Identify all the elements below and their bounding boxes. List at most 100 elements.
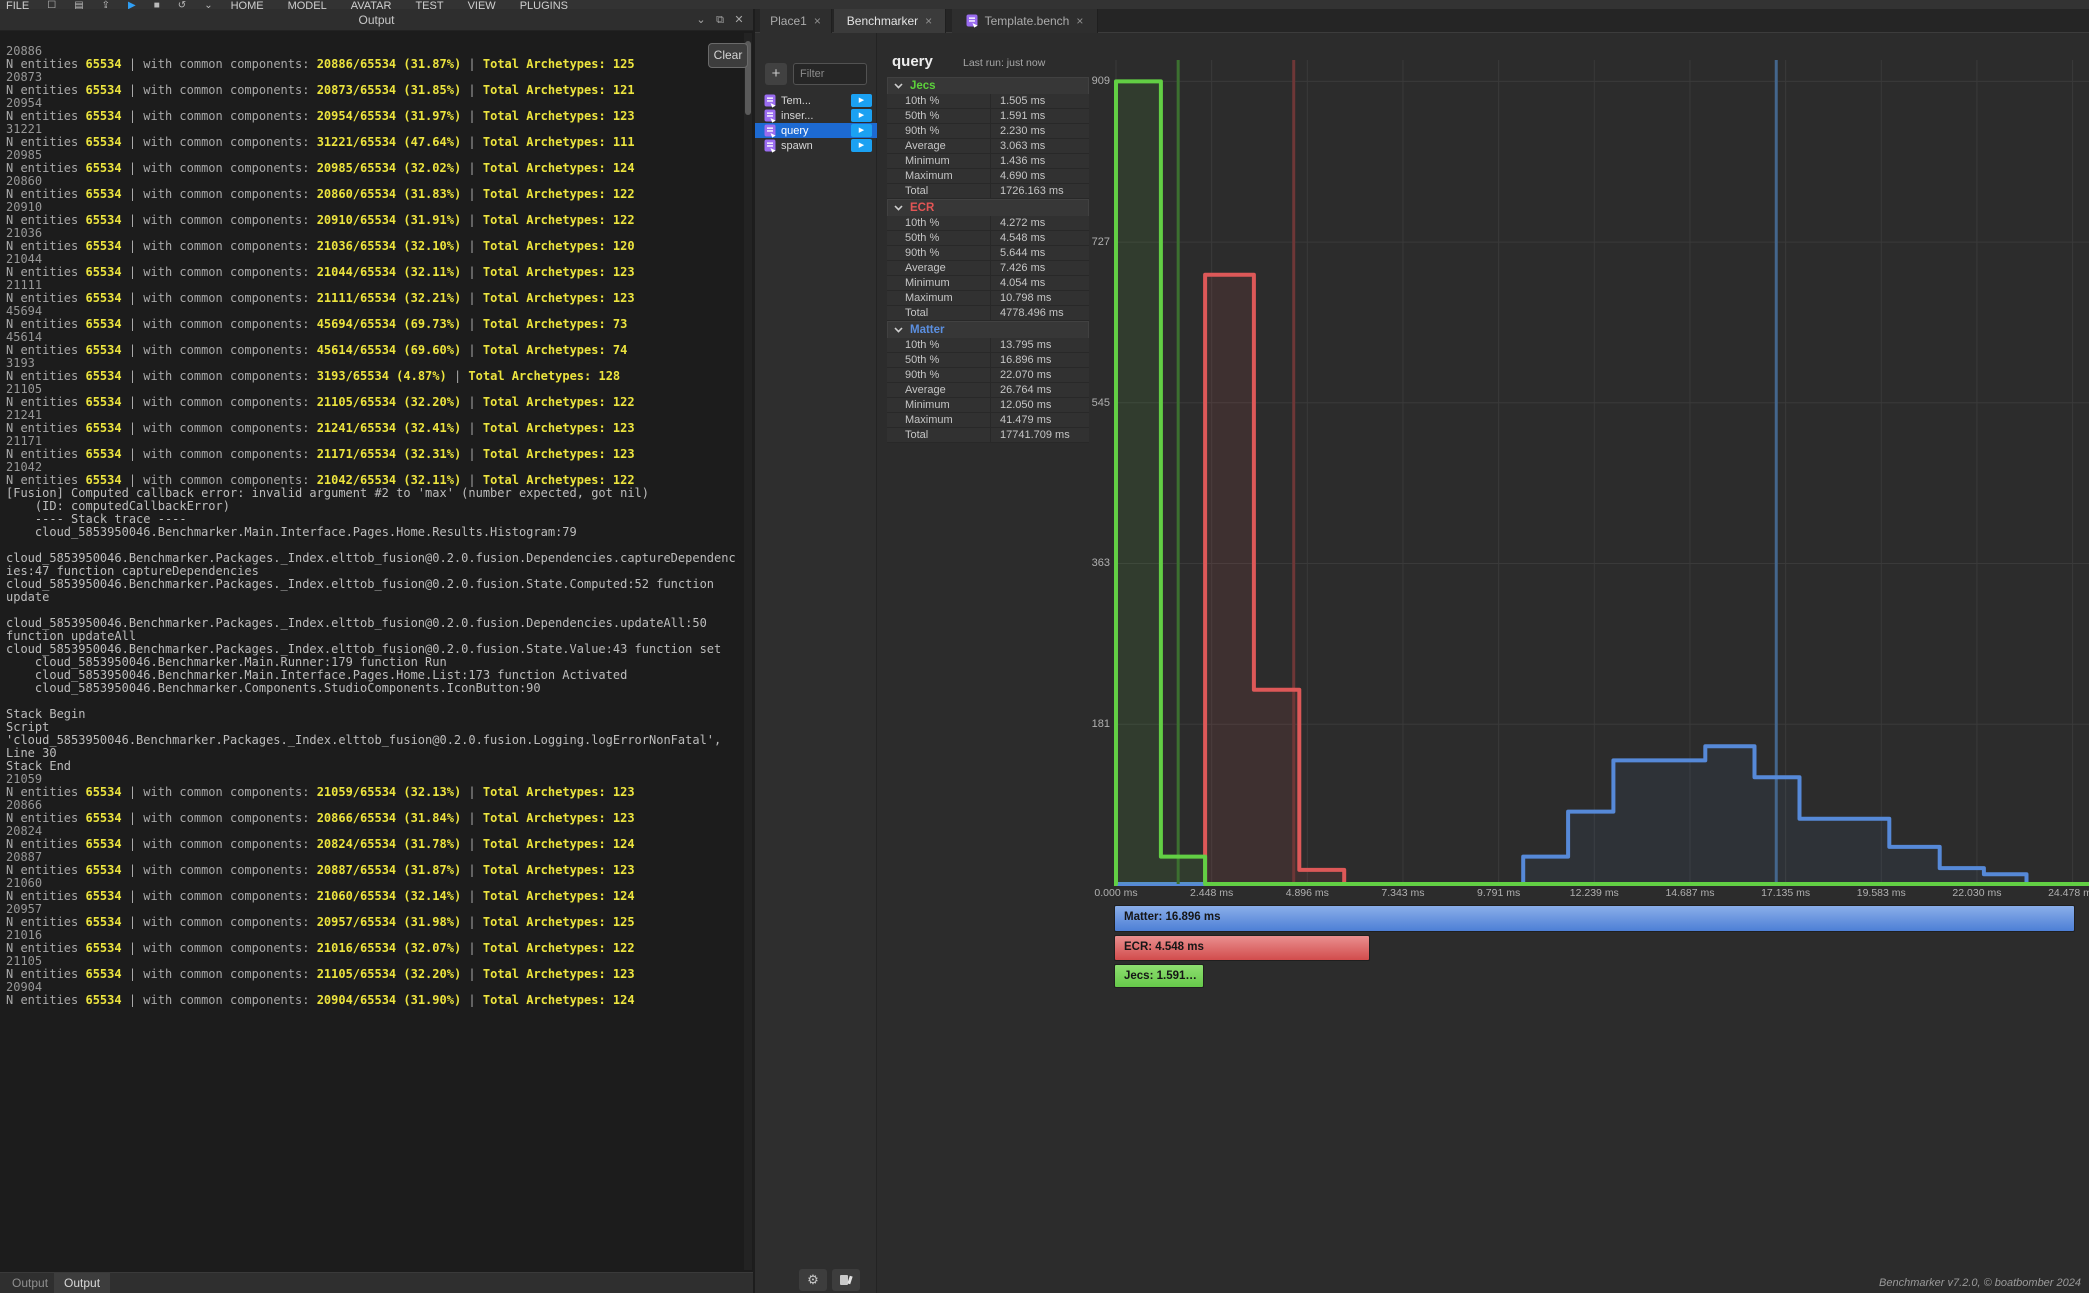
bottom-tab-output-1[interactable]: Output: [54, 1273, 110, 1293]
menu-test[interactable]: TEST: [415, 0, 443, 9]
stat-value: 16.896 ms: [990, 353, 1089, 367]
stat-label: 50th %: [887, 231, 990, 245]
log-text: N entities: [6, 447, 85, 461]
sidebar-item-query[interactable]: query▶: [755, 123, 877, 138]
run-benchmark-button[interactable]: ▶: [851, 109, 872, 122]
script-icon: [764, 109, 776, 123]
chevron-down-icon: [894, 205, 903, 211]
publish-icon[interactable]: ⇪: [102, 0, 110, 9]
bottom-tab-output-0[interactable]: Output: [2, 1273, 58, 1293]
run-benchmark-button[interactable]: ▶: [851, 124, 872, 137]
undo-icon[interactable]: ↺: [178, 0, 186, 9]
play-icon: ▶: [851, 139, 872, 152]
close-icon[interactable]: ✕: [731, 12, 747, 28]
book-pencil-icon: [839, 1274, 853, 1286]
log-text: Total Archetypes: 124: [483, 993, 635, 1007]
log-text: N entities: [6, 811, 85, 825]
stats-section-jecs[interactable]: Jecs: [887, 77, 1089, 94]
log-text: 65534: [85, 785, 121, 799]
x-axis-tick-label: 7.343 ms: [1358, 887, 1448, 899]
run-benchmark-button[interactable]: ▶: [851, 94, 872, 107]
log-line-error: Stack End: [6, 760, 740, 773]
log-text: N entities: [6, 863, 85, 877]
log-text: N entities: [6, 213, 85, 227]
play-icon: ▶: [851, 94, 872, 107]
x-axis-tick-label: 22.030 ms: [1932, 887, 2022, 899]
stats-section-matter[interactable]: Matter: [887, 321, 1089, 338]
add-benchmark-button[interactable]: +: [765, 63, 787, 85]
play-icon[interactable]: ▶: [128, 0, 136, 9]
stat-value: 22.070 ms: [990, 368, 1089, 382]
stat-value: 4.548 ms: [990, 231, 1089, 245]
save-icon[interactable]: ▤: [74, 0, 83, 9]
menu-home[interactable]: HOME: [231, 0, 264, 9]
chevron-down-icon[interactable]: ⌄: [693, 12, 709, 28]
sidebar-item-spawn[interactable]: spawn▶: [755, 138, 877, 153]
close-icon[interactable]: ×: [925, 14, 932, 28]
stat-value: 4.690 ms: [990, 169, 1089, 183]
log-text: Total Archetypes: 122: [483, 187, 635, 201]
redo-dropdown-icon[interactable]: ⌄: [204, 0, 212, 9]
tab-place1[interactable]: Place1 ×: [760, 9, 832, 33]
log-text: N entities: [6, 57, 85, 71]
stop-icon[interactable]: ■: [154, 0, 160, 9]
sidebar-item-Tem[interactable]: Tem...▶: [755, 93, 877, 108]
log-text: 21016/65534 (32.07%): [317, 941, 462, 955]
log-text: 65534: [85, 135, 121, 149]
stat-label: 50th %: [887, 109, 990, 123]
tab-label: Benchmarker: [847, 14, 918, 28]
output-panel: Output ⌄ ⧉ ✕ Clear 20886N entities 65534…: [0, 9, 753, 1272]
stat-label: 90th %: [887, 124, 990, 138]
log-text: | with common components:: [122, 161, 317, 175]
log-text: 65534: [85, 343, 121, 357]
stats-row: 50th %16.896 ms: [887, 353, 1089, 368]
clipboard-icon[interactable]: ☐: [47, 0, 56, 9]
log-text: 65534: [85, 265, 121, 279]
close-icon[interactable]: ×: [814, 14, 821, 28]
top-toolbar: FILE ☐ ▤ ⇪ ▶ ■ ↺ ⌄ HOME MODEL AVATAR TEST VI…: [0, 0, 2089, 9]
x-axis-tick-label: 9.791 ms: [1454, 887, 1544, 899]
output-scrollbar[interactable]: [744, 33, 752, 1270]
tab-label: Place1: [770, 14, 807, 28]
stats-section-ecr[interactable]: ECR: [887, 199, 1089, 216]
docs-button[interactable]: [832, 1269, 860, 1291]
log-text: | with common components:: [122, 109, 317, 123]
log-text: 21105/65534 (32.20%): [317, 967, 462, 981]
close-icon[interactable]: ×: [1076, 14, 1083, 28]
stat-label: Maximum: [887, 169, 990, 183]
log-text: N entities: [6, 161, 85, 175]
tab-template-bench[interactable]: Template.bench ×: [952, 9, 1098, 33]
stat-label: 10th %: [887, 216, 990, 230]
log-text: 65534: [85, 57, 121, 71]
log-line-entry: N entities 65534 | with common component…: [6, 344, 740, 357]
sidebar-item-inser[interactable]: inser...▶: [755, 108, 877, 123]
log-text: 65534: [85, 473, 121, 487]
log-text: N entities: [6, 889, 85, 903]
clear-button[interactable]: Clear: [708, 43, 748, 68]
menu-view[interactable]: VIEW: [468, 0, 496, 9]
log-text: N entities: [6, 421, 85, 435]
menu-avatar[interactable]: AVATAR: [351, 0, 392, 9]
benchmark-sidebar: + Tem...▶inser...▶query▶spawn▶ ⚙: [755, 33, 877, 1293]
log-text: 65534: [85, 889, 121, 903]
tab-benchmarker[interactable]: Benchmarker ×: [834, 9, 946, 33]
settings-button[interactable]: ⚙: [799, 1269, 827, 1291]
histogram-plot: [1114, 60, 2089, 890]
log-text: 20824/65534 (31.78%): [317, 837, 462, 851]
log-text: |: [461, 941, 483, 955]
run-benchmark-button[interactable]: ▶: [851, 139, 872, 152]
log-text: 21059/65534 (32.13%): [317, 785, 462, 799]
log-text: | with common components:: [122, 447, 317, 461]
menu-plugins[interactable]: PLUGINS: [520, 0, 568, 9]
file-menu[interactable]: FILE: [6, 0, 29, 9]
y-axis-tick-label: 181: [1080, 718, 1110, 730]
filter-input[interactable]: [793, 63, 867, 85]
log-text: |: [461, 811, 483, 825]
menu-model[interactable]: MODEL: [288, 0, 327, 9]
log-text: | with common components:: [122, 57, 317, 71]
tab-label: Template.bench: [985, 14, 1070, 28]
log-text: Total Archetypes: 124: [483, 161, 635, 175]
log-text: Total Archetypes: 74: [483, 343, 628, 357]
float-window-icon[interactable]: ⧉: [712, 12, 728, 28]
log-text: Total Archetypes: 121: [483, 83, 635, 97]
